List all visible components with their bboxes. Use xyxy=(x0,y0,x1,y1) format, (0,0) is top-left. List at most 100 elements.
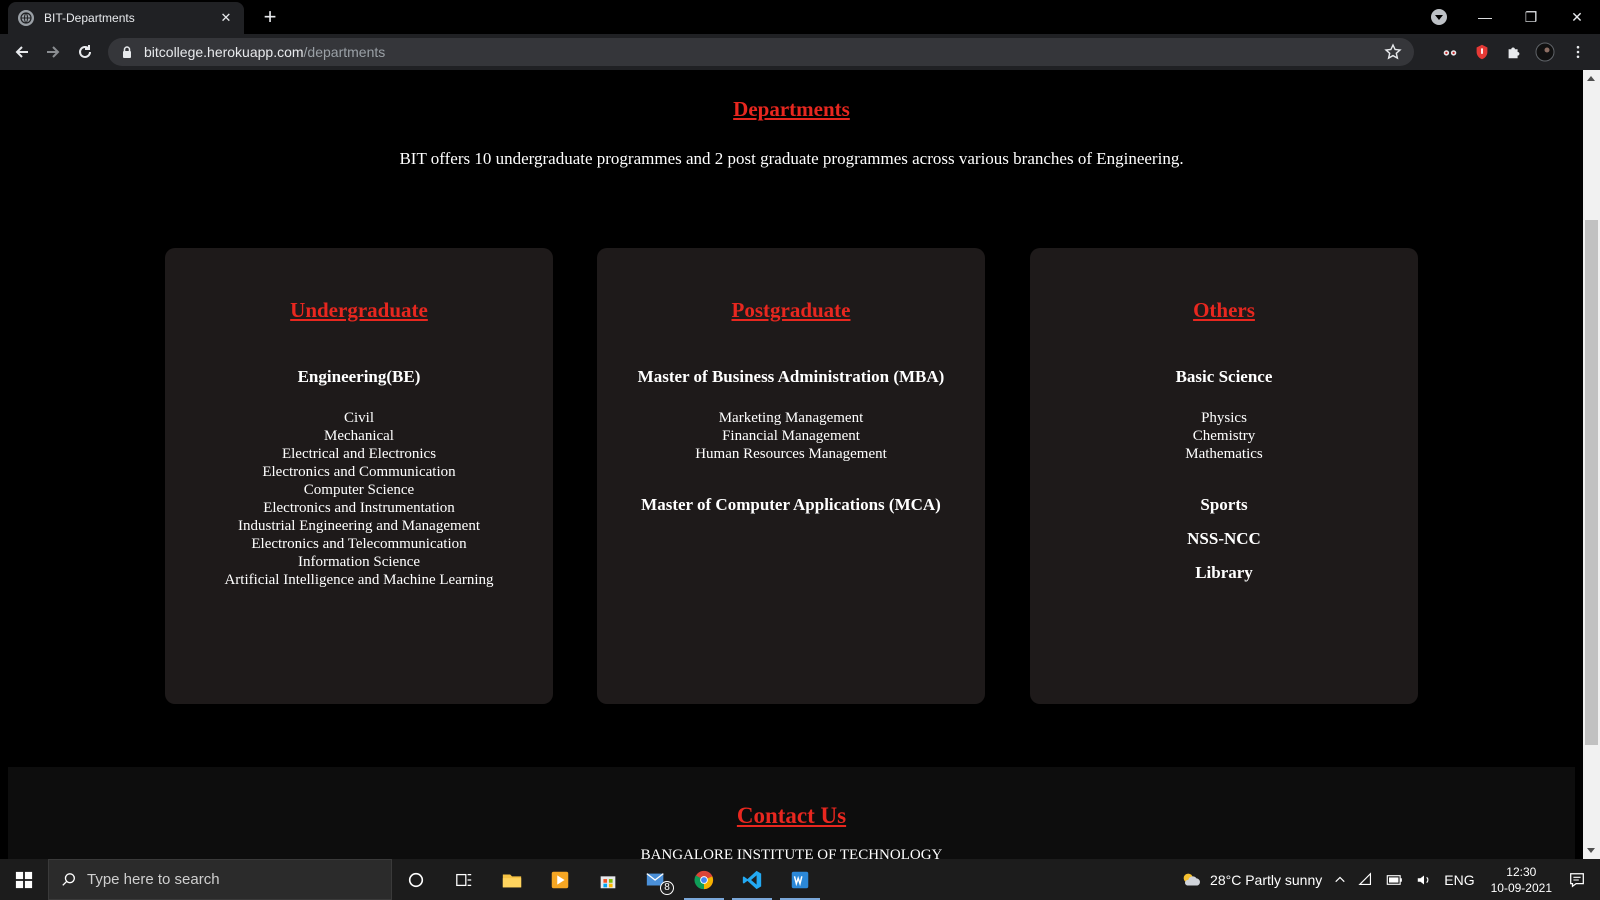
browser-toolbar: bitcollege.herokuapp.com/departments xyxy=(0,34,1600,70)
mail-badge: 8 xyxy=(660,881,674,895)
taskbar-mail[interactable]: 8 xyxy=(632,859,680,900)
partly-sunny-icon xyxy=(1183,873,1201,885)
extension-glasses-icon[interactable] xyxy=(1440,42,1460,62)
taskbar-search-input[interactable]: Type here to search xyxy=(48,859,392,900)
tray-overflow-icon[interactable] xyxy=(1334,874,1346,886)
list-item: Computer Science xyxy=(303,482,415,498)
taskbar-vscode[interactable] xyxy=(728,859,776,900)
list-item: Industrial Engineering and Management xyxy=(237,518,480,534)
card-others: Others Basic Science Physics Chemistry M… xyxy=(1030,248,1418,704)
tab-close-icon[interactable]: ✕ xyxy=(218,10,234,26)
url-host: bitcollege.herokuapp.com xyxy=(144,44,304,60)
taskbar-file-explorer[interactable] xyxy=(488,859,536,900)
close-window-button[interactable]: ✕ xyxy=(1554,0,1600,34)
windows-start-button[interactable] xyxy=(0,859,48,900)
contact-title: Contact Us xyxy=(736,803,847,828)
lock-icon[interactable] xyxy=(120,45,134,59)
volume-icon[interactable] xyxy=(1416,872,1432,888)
contact-address-line: BANGALORE INSTITUTE OF TECHNOLOGY xyxy=(640,847,943,859)
taskbar-chrome[interactable] xyxy=(680,859,728,900)
program-list: Marketing Management Financial Managemen… xyxy=(597,409,985,463)
bookmark-star-icon[interactable] xyxy=(1384,43,1402,61)
program-heading: Basic Science xyxy=(1175,367,1273,386)
new-tab-button[interactable]: + xyxy=(258,6,282,30)
forward-button[interactable] xyxy=(40,39,66,65)
tab-title: BIT-Departments xyxy=(44,11,135,25)
list-item: Electronics and Instrumentation xyxy=(263,500,455,516)
page-scrollbar[interactable] xyxy=(1583,70,1600,859)
vscode-icon xyxy=(742,870,762,889)
card-postgraduate: Postgraduate Master of Business Administ… xyxy=(597,248,985,704)
browser-tab[interactable]: BIT-Departments ✕ xyxy=(8,2,244,34)
profile-avatar[interactable] xyxy=(1535,42,1555,62)
system-tray: 28°C Partly sunny ENG 12:30 10-09-2021 xyxy=(1174,859,1600,900)
reload-button[interactable] xyxy=(72,39,98,65)
page-viewport: Departments BIT offers 10 undergraduate … xyxy=(0,70,1583,859)
scroll-thumb[interactable] xyxy=(1585,220,1598,745)
card-undergraduate: Undergraduate Engineering(BE) Civil Mech… xyxy=(165,248,553,704)
program-heading: Master of Computer Applications (MCA) xyxy=(641,495,941,514)
url-path: /departments xyxy=(303,44,386,60)
page-intro: BIT offers 10 undergraduate programmes a… xyxy=(399,149,1184,168)
minimize-button[interactable]: — xyxy=(1462,0,1508,34)
card-title: Postgraduate xyxy=(731,298,851,322)
taskbar-store[interactable] xyxy=(584,859,632,900)
program-heading: Engineering(BE) xyxy=(297,367,421,386)
windows-taskbar: Type here to search 8 28°C Partly sunny xyxy=(0,859,1600,900)
cortana-button[interactable] xyxy=(392,859,440,900)
arrow-left-icon xyxy=(15,46,28,58)
globe-icon xyxy=(18,10,34,26)
taskbar-clock[interactable]: 12:30 10-09-2021 xyxy=(1491,864,1552,896)
list-item: Physics xyxy=(1201,410,1247,426)
scroll-up-icon[interactable] xyxy=(1587,76,1595,81)
contact-section: Contact Us BANGALORE INSTITUTE OF TECHNO… xyxy=(8,767,1575,859)
card-title: Others xyxy=(1193,298,1255,322)
tab-search-icon[interactable] xyxy=(1431,9,1447,25)
list-item: Mechanical xyxy=(324,428,394,444)
program-heading: Master of Business Administration (MBA) xyxy=(637,367,945,386)
list-item: Information Science xyxy=(297,554,421,570)
list-item: Chemistry xyxy=(1192,428,1256,444)
page-title: Departments xyxy=(733,97,850,121)
list-item: Marketing Management xyxy=(718,410,864,426)
weather-text: 28°C Partly sunny xyxy=(1210,871,1323,888)
list-item: Financial Management xyxy=(722,428,860,444)
cortana-circle-icon xyxy=(408,872,424,887)
list-item: Electronics and Communication xyxy=(262,464,456,480)
notifications-icon[interactable] xyxy=(1568,871,1586,889)
list-item: Human Resources Management xyxy=(695,446,887,462)
clock-date: 10-09-2021 xyxy=(1490,880,1552,895)
reload-icon xyxy=(79,45,91,58)
program-list: Civil Mechanical Electrical and Electron… xyxy=(165,409,553,589)
scroll-down-icon[interactable] xyxy=(1587,848,1595,853)
address-bar[interactable]: bitcollege.herokuapp.com/departments xyxy=(108,38,1414,66)
list-item: Electrical and Electronics xyxy=(281,446,437,462)
search-placeholder: Type here to search xyxy=(87,871,220,888)
taskbar-media-player[interactable] xyxy=(536,859,584,900)
restore-button[interactable]: ❐ xyxy=(1508,0,1554,34)
browser-tabbar: BIT-Departments ✕ + — ❐ ✕ xyxy=(0,0,1600,34)
clock-time: 12:30 xyxy=(1506,864,1537,879)
weather-widget[interactable]: 28°C Partly sunny xyxy=(1180,869,1322,891)
extensions-puzzle-icon[interactable] xyxy=(1504,42,1524,62)
program-list: Physics Chemistry Mathematics xyxy=(1030,409,1418,463)
task-view-button[interactable] xyxy=(440,859,488,900)
taskbar-app-w[interactable] xyxy=(776,859,824,900)
network-icon[interactable] xyxy=(1358,871,1374,888)
card-title: Undergraduate xyxy=(290,298,428,322)
program-heading: Library xyxy=(1195,563,1253,582)
folder-icon xyxy=(502,874,522,887)
list-item: Civil xyxy=(343,410,374,426)
windows-logo-icon xyxy=(15,871,33,888)
list-item: Mathematics xyxy=(1185,446,1263,462)
list-item: Artificial Intelligence and Machine Lear… xyxy=(224,572,494,588)
media-player-icon xyxy=(551,871,569,888)
chrome-icon xyxy=(694,870,714,889)
program-heading: NSS-NCC xyxy=(1187,529,1261,548)
store-bag-icon xyxy=(600,875,616,888)
extension-shield-icon[interactable] xyxy=(1472,42,1492,62)
back-button[interactable] xyxy=(9,39,35,65)
browser-menu-icon[interactable] xyxy=(1568,42,1588,62)
language-indicator[interactable]: ENG xyxy=(1444,872,1474,888)
battery-icon[interactable] xyxy=(1386,874,1404,886)
